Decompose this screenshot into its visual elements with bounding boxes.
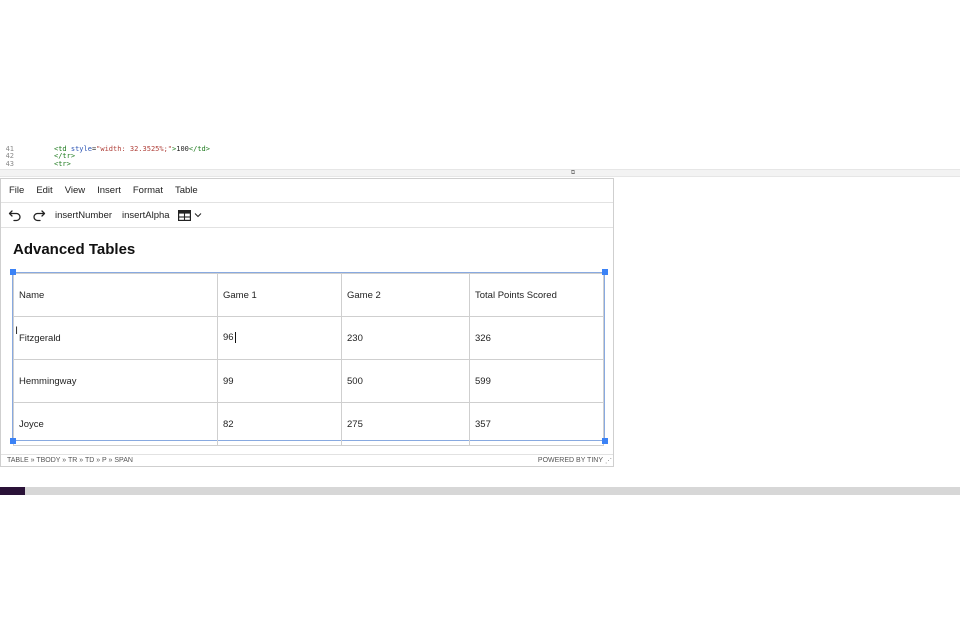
menu-file[interactable]: File xyxy=(5,185,28,196)
code-tag: <tr> xyxy=(54,159,71,168)
table-cell[interactable]: 357 xyxy=(469,402,604,446)
table-row: Joyce 82 275 357 xyxy=(13,402,604,446)
table-cell[interactable]: Total Points Scored xyxy=(469,273,604,317)
undo-icon xyxy=(8,210,21,222)
table-cell[interactable]: Game 2 xyxy=(341,273,470,317)
redo-icon xyxy=(33,210,46,222)
table-row: Hemmingway 99 500 599 xyxy=(13,359,604,403)
table-icon xyxy=(177,209,191,221)
element-path[interactable]: TABLE » TBODY » TR » TD » P » SPAN xyxy=(7,457,133,464)
split-divider[interactable]: ⧉ xyxy=(0,169,960,177)
table-cell[interactable]: 230 xyxy=(341,316,470,360)
undo-button[interactable] xyxy=(5,205,25,225)
insert-alpha-button[interactable]: insertAlpha xyxy=(118,205,174,225)
menu-format[interactable]: Format xyxy=(129,185,167,196)
table-cell[interactable]: 326 xyxy=(469,316,604,360)
resize-grip-icon[interactable]: ⋰ xyxy=(605,457,612,465)
table-cell[interactable]: 500 xyxy=(341,359,470,403)
table-cell[interactable]: 82 xyxy=(217,402,342,446)
powered-by-link[interactable]: POWERED BY TINY xyxy=(538,457,603,464)
toolbar: insertNumber insertAlpha xyxy=(1,203,613,228)
active-table-cell[interactable]: 96 xyxy=(217,316,342,360)
table-menu-button[interactable] xyxy=(177,205,202,225)
text-caret xyxy=(234,332,236,344)
selected-table[interactable]: Name Game 1 Game 2 Total Points Scored F… xyxy=(12,272,605,446)
menu-edit[interactable]: Edit xyxy=(32,185,56,196)
horizontal-scrollbar[interactable] xyxy=(0,487,960,495)
data-table[interactable]: Name Game 1 Game 2 Total Points Scored F… xyxy=(13,273,604,446)
line-number: 43 xyxy=(5,159,14,168)
editor-content[interactable]: Advanced Tables Name Game 1 Game 2 Total… xyxy=(1,228,613,456)
table-cell[interactable]: Joyce xyxy=(13,402,218,446)
code-line: 42 </tr> xyxy=(0,152,960,160)
statusbar: TABLE » TBODY » TR » TD » P » SPAN POWER… xyxy=(1,454,613,466)
resize-handle-top-right[interactable] xyxy=(602,269,608,275)
menu-view[interactable]: View xyxy=(61,185,89,196)
resize-handle-bottom-right[interactable] xyxy=(602,438,608,444)
code-line: 41 <td style="width: 32.3525%;">100</td> xyxy=(0,145,960,153)
table-cell[interactable]: Hemmingway xyxy=(13,359,218,403)
table-row: Name Game 1 Game 2 Total Points Scored xyxy=(13,273,604,317)
table-cell[interactable]: 599 xyxy=(469,359,604,403)
table-cell[interactable]: 275 xyxy=(341,402,470,446)
code-string: "width: 32.3525%;" xyxy=(96,145,173,153)
page-title: Advanced Tables xyxy=(13,241,136,258)
chevron-down-icon xyxy=(194,213,201,218)
resize-handle-top-left[interactable] xyxy=(10,269,16,275)
code-line: 43 <tr> xyxy=(0,159,960,168)
menubar: File Edit View Insert Format Table xyxy=(1,179,613,203)
menu-table[interactable]: Table xyxy=(171,185,202,196)
text-cursor-icon: I xyxy=(15,325,19,337)
code-text: 100 xyxy=(176,145,189,153)
code-editor-strip[interactable]: 41 <td style="width: 32.3525%;">100</td>… xyxy=(0,145,960,168)
table-row: Fitzgerald 96 230 326 xyxy=(13,316,604,360)
table-cell[interactable]: Game 1 xyxy=(217,273,342,317)
scrollbar-thumb[interactable] xyxy=(0,487,25,495)
redo-button[interactable] xyxy=(29,205,49,225)
rich-text-editor: File Edit View Insert Format Table inser… xyxy=(0,178,614,467)
cell-text: 96 xyxy=(223,332,234,344)
table-cell[interactable]: 99 xyxy=(217,359,342,403)
insert-number-button[interactable]: insertNumber xyxy=(51,205,116,225)
drag-handle-icon[interactable]: ⧉ xyxy=(570,170,576,176)
table-cell[interactable]: Name xyxy=(13,273,218,317)
table-cell[interactable]: Fitzgerald xyxy=(13,316,218,360)
resize-handle-bottom-left[interactable] xyxy=(10,438,16,444)
menu-insert[interactable]: Insert xyxy=(93,185,125,196)
